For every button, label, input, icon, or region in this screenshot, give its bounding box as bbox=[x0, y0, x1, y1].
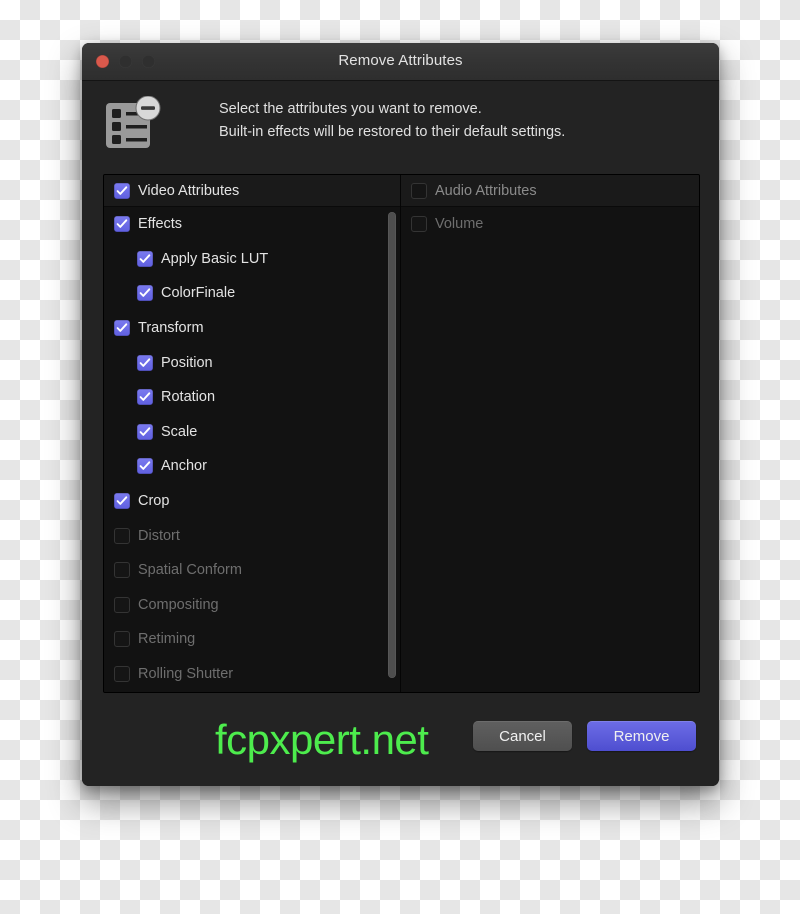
remove-attributes-icon bbox=[104, 95, 162, 152]
list-item[interactable]: Compositing bbox=[104, 588, 400, 623]
checkbox-anchor[interactable] bbox=[137, 458, 153, 475]
list-item-label: Anchor bbox=[161, 458, 207, 475]
checkbox-video-attributes[interactable] bbox=[114, 182, 130, 199]
list-item-label: Rolling Shutter bbox=[138, 666, 234, 683]
list-item[interactable]: Crop bbox=[104, 484, 400, 519]
remove-attributes-dialog: Remove Attributes Select the attributes … bbox=[82, 43, 719, 786]
dialog-header: Select the attributes you want to remove… bbox=[82, 81, 719, 166]
checkbox-retiming[interactable] bbox=[114, 631, 130, 648]
checkbox-rotation[interactable] bbox=[137, 389, 153, 406]
watermark-text: fcpxpert.net bbox=[215, 716, 429, 763]
list-item-label: Transform bbox=[138, 320, 204, 337]
list-item[interactable]: Retiming bbox=[104, 622, 400, 657]
message-line-1: Select the attributes you want to remove… bbox=[219, 101, 482, 117]
checkbox-position[interactable] bbox=[137, 354, 153, 371]
list-item-label: Spatial Conform bbox=[138, 562, 242, 579]
list-item-label: Effects bbox=[138, 216, 183, 233]
list-item-label: Scale bbox=[161, 423, 198, 440]
checkbox-effects[interactable] bbox=[114, 216, 130, 233]
checkbox-scale[interactable] bbox=[137, 423, 153, 440]
checkbox-colorfinale[interactable] bbox=[137, 285, 153, 302]
checkbox-volume[interactable] bbox=[411, 216, 427, 233]
list-item[interactable]: Apply Basic LUT bbox=[104, 242, 400, 277]
checkbox-audio-attributes[interactable] bbox=[411, 182, 427, 199]
video-attributes-column: Video Attributes Effects Apply Basic LUT C… bbox=[104, 175, 401, 692]
remove-button[interactable]: Remove bbox=[587, 721, 696, 751]
audio-attributes-list[interactable]: Volume bbox=[401, 207, 699, 692]
checkbox-compositing[interactable] bbox=[114, 596, 130, 613]
checkbox-apply-basic-lut[interactable] bbox=[137, 250, 153, 267]
checkbox-spatial-conform[interactable] bbox=[114, 562, 130, 579]
list-item-label: Volume bbox=[435, 216, 484, 233]
window-titlebar: Remove Attributes bbox=[82, 43, 719, 81]
attributes-panel: Video Attributes Effects Apply Basic LUT C… bbox=[103, 174, 700, 693]
list-item-label: Crop bbox=[138, 493, 170, 510]
list-item-label: Position bbox=[161, 354, 213, 371]
checkbox-transform[interactable] bbox=[114, 320, 130, 337]
message-line-2: Built-in effects will be restored to the… bbox=[219, 124, 566, 140]
list-item[interactable]: Position bbox=[104, 345, 400, 380]
list-item-label: Retiming bbox=[138, 631, 196, 648]
audio-attributes-label: Audio Attributes bbox=[435, 182, 537, 199]
list-item[interactable]: Anchor bbox=[104, 449, 400, 484]
video-attributes-label: Video Attributes bbox=[138, 182, 240, 199]
checkbox-distort[interactable] bbox=[114, 527, 130, 544]
list-item[interactable]: Scale bbox=[104, 415, 400, 450]
audio-attributes-column: Audio Attributes Volume bbox=[401, 175, 699, 692]
list-item-label: Apply Basic LUT bbox=[161, 250, 269, 267]
list-item[interactable]: Spatial Conform bbox=[104, 553, 400, 588]
window-title: Remove Attributes bbox=[338, 52, 463, 69]
list-item[interactable]: Effects bbox=[104, 207, 400, 242]
list-item-label: ColorFinale bbox=[161, 285, 236, 302]
list-item-label: Rotation bbox=[161, 389, 216, 406]
list-item[interactable]: Transform bbox=[104, 311, 400, 346]
audio-attributes-header[interactable]: Audio Attributes bbox=[401, 175, 699, 207]
video-attributes-list[interactable]: Effects Apply Basic LUT ColorFinale Transfo… bbox=[104, 207, 400, 692]
list-item[interactable]: ColorFinale bbox=[104, 276, 400, 311]
list-item-label: Distort bbox=[138, 527, 180, 544]
checkbox-rolling-shutter[interactable] bbox=[114, 666, 130, 683]
list-item[interactable]: Distort bbox=[104, 518, 400, 553]
checkbox-crop[interactable] bbox=[114, 493, 130, 510]
list-item-label: Compositing bbox=[138, 596, 219, 613]
cancel-button[interactable]: Cancel bbox=[473, 721, 572, 751]
video-attributes-header[interactable]: Video Attributes bbox=[104, 175, 400, 207]
list-item[interactable]: Rolling Shutter bbox=[104, 657, 400, 692]
dialog-message: Select the attributes you want to remove… bbox=[219, 98, 701, 144]
list-item[interactable]: Rotation bbox=[104, 380, 400, 415]
list-item[interactable]: Volume bbox=[401, 207, 699, 242]
dialog-body: Video Attributes Effects Apply Basic LUT C… bbox=[82, 166, 719, 786]
